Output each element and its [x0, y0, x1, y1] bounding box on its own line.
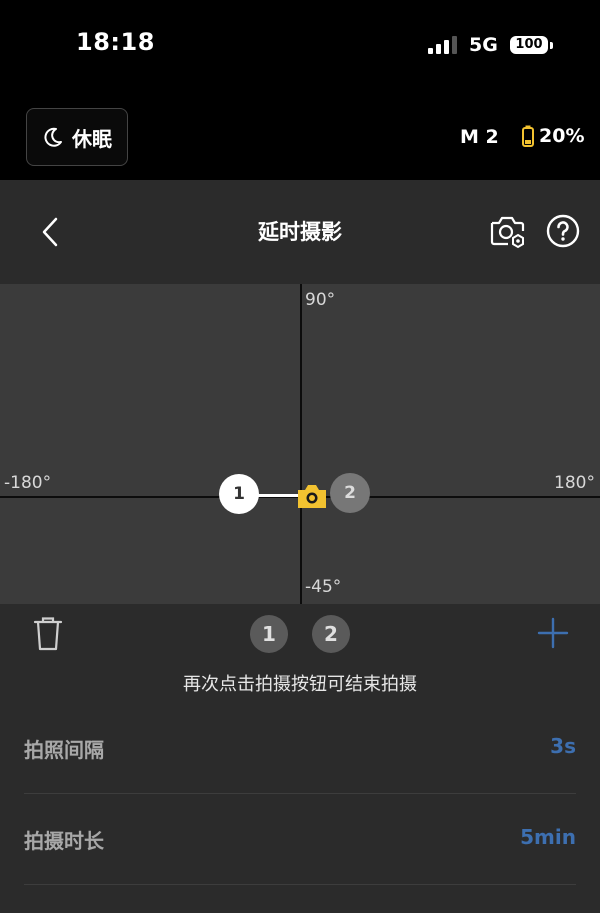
keyframe-button-2[interactable]: 2	[312, 615, 350, 653]
map-point-2[interactable]: 2	[330, 473, 370, 513]
keyframe-button-1[interactable]: 1	[250, 615, 288, 653]
setting-label-duration: 拍摄时长	[24, 829, 104, 853]
moon-icon	[44, 127, 62, 147]
delete-button[interactable]	[32, 616, 64, 652]
tilt-axis	[300, 284, 302, 604]
phone-battery-icon: 100	[510, 34, 554, 56]
phone-battery-level: 100	[510, 36, 548, 54]
setting-row-duration[interactable]: 拍摄时长 5min	[24, 794, 576, 885]
add-keyframe-button[interactable]	[536, 616, 570, 650]
sleep-label: 休眠	[72, 126, 112, 151]
camera-icon[interactable]	[296, 483, 328, 509]
pan-tilt-map[interactable]: 90° -45° -180° 180° 1 2	[0, 284, 600, 604]
map-point-1[interactable]: 1	[219, 474, 259, 514]
sleep-button[interactable]: 休眠	[26, 108, 128, 166]
network-type: 5G	[469, 34, 498, 56]
setting-value-interval[interactable]: 3s	[550, 734, 576, 758]
help-icon	[546, 214, 580, 248]
setting-row-interval[interactable]: 拍照间隔 3s	[24, 703, 576, 794]
device-battery: 20%	[522, 125, 584, 147]
device-battery-level: 20%	[539, 125, 585, 147]
setting-value-duration[interactable]: 5min	[520, 825, 576, 849]
trash-icon	[33, 617, 63, 651]
camera-settings-icon	[490, 216, 525, 249]
camera-settings-button[interactable]	[488, 212, 528, 252]
status-time: 18:18	[76, 28, 155, 56]
help-button[interactable]	[546, 214, 580, 248]
signal-icon	[428, 36, 460, 54]
plus-icon	[537, 617, 569, 649]
setting-label-interval: 拍照间隔	[24, 738, 104, 762]
axis-label-top: 90°	[305, 290, 336, 310]
battery-icon	[522, 125, 534, 147]
axis-label-left: -180°	[4, 473, 52, 493]
device-name: M 2	[460, 126, 499, 148]
hint-text: 再次点击拍摄按钮可结束拍摄	[183, 674, 417, 695]
axis-label-bottom: -45°	[305, 577, 342, 597]
axis-label-right: 180°	[554, 473, 595, 493]
